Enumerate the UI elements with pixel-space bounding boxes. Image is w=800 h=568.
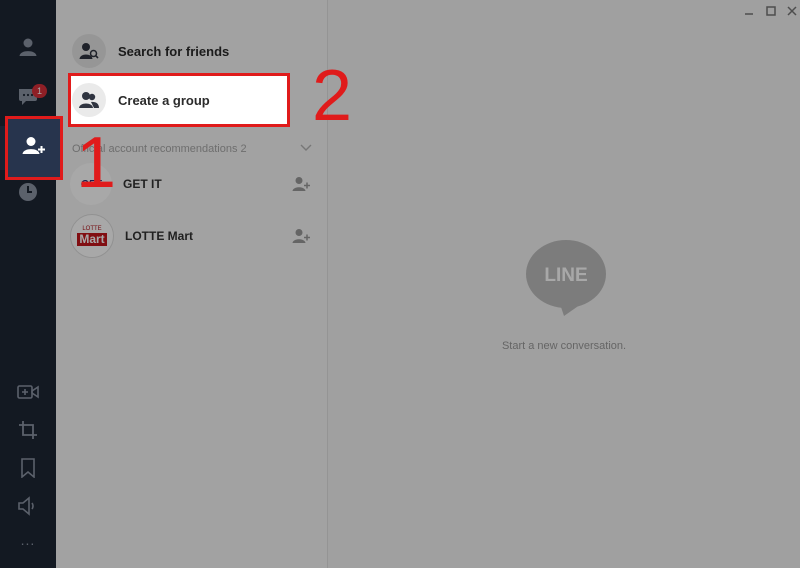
chat-area: LINE Start a new conversation. (328, 0, 800, 568)
more-icon: ... (20, 532, 36, 548)
keep-button[interactable] (0, 448, 56, 488)
add-friend-icon[interactable] (292, 228, 310, 244)
group-icon (72, 83, 106, 117)
empty-chat-message: Start a new conversation. (501, 340, 627, 352)
more-button[interactable]: ... (0, 520, 56, 560)
close-button[interactable] (786, 6, 798, 18)
lotte-logo-bottom: Mart (77, 232, 107, 246)
chats-tab[interactable] (0, 76, 56, 116)
step-1-number: 1 (76, 123, 117, 203)
chevron-down-icon[interactable] (300, 143, 312, 155)
minimize-icon (744, 3, 754, 21)
line-logo-text: LINE (544, 265, 587, 286)
create-group-row[interactable]: Create a group (70, 75, 287, 125)
lotte-mart-logo: LOTTE Mart (70, 214, 114, 258)
search-friends-label: Search for friends (118, 43, 230, 59)
create-group-label: Create a group (118, 92, 210, 108)
bookmark-icon (20, 458, 36, 478)
history-tab[interactable] (0, 172, 56, 212)
account-name: LOTTE Mart (125, 229, 193, 243)
video-call-icon (17, 383, 39, 401)
line-logo: LINE (524, 238, 608, 323)
add-friend-icon[interactable] (292, 176, 310, 192)
friends-tab[interactable] (0, 27, 56, 67)
account-row-lotte-mart[interactable]: LOTTE Mart LOTTE Mart (56, 212, 327, 260)
search-friend-icon (72, 34, 106, 68)
maximize-button[interactable] (765, 6, 777, 18)
clock-icon (18, 182, 38, 202)
navigation-rail: 1 ... (0, 0, 56, 568)
crop-icon (18, 420, 38, 440)
crop-button[interactable] (0, 410, 56, 450)
person-icon (18, 37, 38, 57)
minimize-button[interactable] (743, 6, 755, 18)
step-2-number: 2 (312, 56, 353, 136)
account-name: GET IT (123, 177, 162, 191)
speaker-icon (17, 496, 39, 516)
video-call-button[interactable] (0, 372, 56, 412)
maximize-icon (766, 3, 776, 21)
search-friends-row[interactable]: Search for friends (56, 27, 327, 75)
unread-badge: 1 (32, 84, 47, 98)
add-friend-icon (22, 136, 46, 161)
close-icon (787, 3, 797, 21)
add-friend-tab-focused[interactable] (8, 118, 60, 178)
